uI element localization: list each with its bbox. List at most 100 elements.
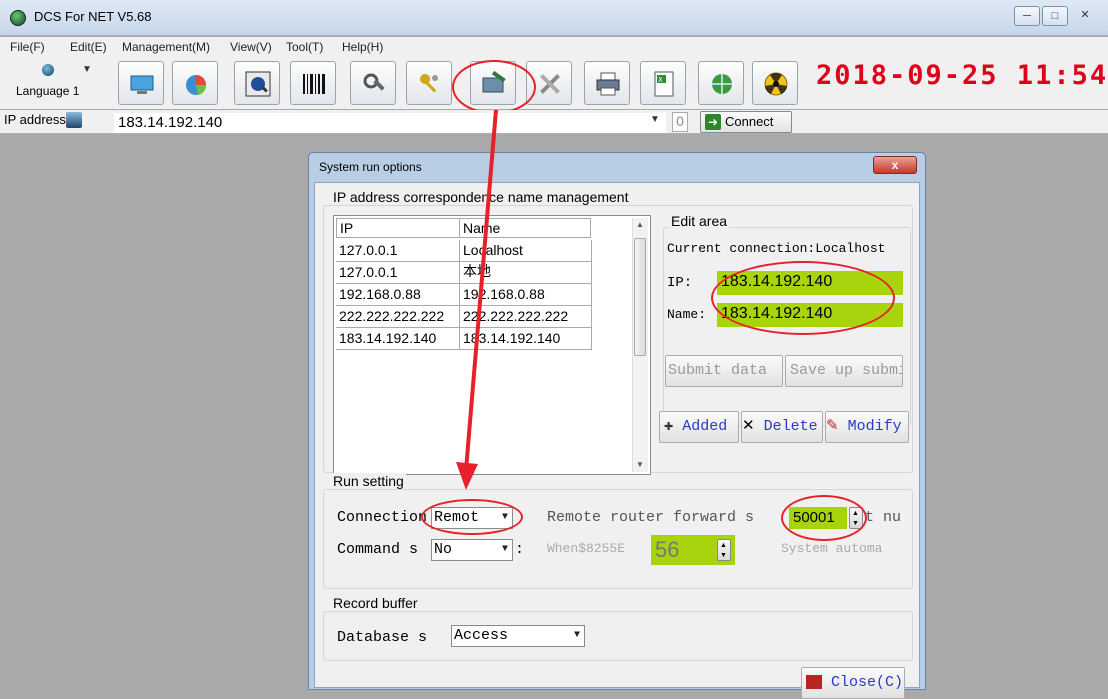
submit-data-button[interactable]: Submit data (665, 355, 783, 387)
radiation-button[interactable] (752, 61, 798, 105)
globe-icon (42, 64, 54, 76)
column-header-ip[interactable]: IP (336, 218, 460, 238)
dialog-close-button[interactable]: x (873, 156, 917, 174)
annotation-ellipse (711, 261, 895, 335)
address-book-icon[interactable] (66, 112, 82, 128)
ip-field-label: IP: (667, 275, 693, 291)
added-button-label: Added (682, 418, 728, 435)
address-bar: IP address 183.14.192.140 ▼ 0 ➜ Connect (0, 110, 1108, 134)
dialog-body: IP address correspondence name managemen… (314, 182, 920, 699)
chart-icon (186, 75, 207, 95)
arrow-right-icon: ➜ (705, 114, 721, 130)
record-buffer-title: Record buffer (331, 595, 420, 611)
excel-button[interactable]: X (640, 61, 686, 105)
app-logo-icon (10, 10, 26, 26)
dialog-title: System run options (319, 160, 422, 174)
menu-help[interactable]: Help(H) (342, 40, 383, 54)
column-header-name[interactable]: Name (459, 218, 591, 238)
printer-icon (596, 72, 620, 96)
tools-button[interactable] (350, 61, 396, 105)
toolbar: ▼ Language 1 X 2018-09-25 11:54:35 (0, 57, 1108, 109)
maximize-button[interactable]: □ (1042, 6, 1068, 26)
system-auto-label: System automa (781, 541, 883, 556)
close-button[interactable]: Close(C) (801, 667, 905, 699)
clock-display: 2018-09-25 11:54:35 (816, 60, 1108, 91)
wrench-icon (540, 74, 560, 94)
command-suffix: : (515, 541, 525, 558)
menu-management[interactable]: Management(M) (122, 40, 210, 54)
display-button[interactable] (118, 61, 164, 105)
ip-management-title: IP address correspondence name managemen… (331, 189, 631, 205)
svg-text:X: X (658, 76, 663, 84)
port-label-suffix: t nu (865, 509, 902, 526)
table-cell-name[interactable]: 本地 (460, 262, 592, 284)
command-select[interactable]: No ▼ (431, 539, 513, 561)
cross-icon: ✕ (742, 418, 755, 435)
ip-address-label: IP address (4, 112, 66, 127)
scroll-down-icon[interactable]: ▼ (636, 460, 644, 469)
command-label: Command s (337, 541, 419, 558)
ip-address-input[interactable]: 183.14.192.140 (114, 113, 666, 133)
radiation-icon (764, 72, 788, 96)
table-cell-name[interactable]: 192.168.0.88 (460, 284, 592, 306)
connection-label: Connection (337, 509, 428, 526)
chart-button[interactable] (172, 61, 218, 105)
table-cell-ip[interactable]: 127.0.0.1 (336, 262, 460, 284)
display-icon (130, 75, 154, 94)
router-forward-label: Remote router forward s (547, 509, 755, 526)
added-button[interactable]: ✚ Added (659, 411, 739, 443)
keys-button[interactable] (406, 61, 452, 105)
tools-icon (363, 73, 385, 91)
backup-submit-button[interactable]: Save up submis (785, 355, 903, 387)
network-button[interactable] (698, 61, 744, 105)
keys-icon (420, 74, 438, 93)
menu-edit[interactable]: Edit(E) (70, 40, 107, 54)
table-cell-name[interactable]: 183.14.192.140 (460, 328, 592, 350)
plus-icon: ✚ (664, 422, 674, 434)
current-connection-text: Current connection:Localhost (667, 241, 886, 256)
caret-down-icon: ▼ (573, 630, 580, 641)
database-label: Database s (337, 629, 428, 646)
close-button-label: Close(C) (831, 674, 904, 691)
annotation-ellipse (781, 495, 867, 541)
system-run-options-dialog: System run options x IP address correspo… (308, 152, 926, 699)
window-title: DCS For NET V5.68 (34, 9, 152, 24)
table-cell-ip[interactable]: 127.0.0.1 (336, 240, 460, 262)
modify-button[interactable]: ✎ Modify (825, 411, 909, 443)
sql-icon (245, 71, 271, 97)
menu-file[interactable]: File(F) (10, 40, 45, 54)
language-label: Language 1 (16, 84, 80, 98)
scrollbar-thumb[interactable] (634, 238, 646, 356)
table-cell-ip[interactable]: 183.14.192.140 (336, 328, 460, 350)
table-cell-name[interactable]: 222.222.222.222 (460, 306, 592, 328)
caret-down-icon: ▼ (501, 544, 508, 555)
menu-view[interactable]: View(V) (230, 40, 272, 54)
barcode-icon (303, 74, 325, 94)
menu-bar: File(F) Edit(E) Management(M) View(V) To… (0, 37, 1108, 57)
connect-button[interactable]: ➜ Connect (700, 111, 792, 133)
table-cell-name[interactable]: Localhost (460, 240, 592, 262)
printer-button[interactable] (584, 61, 630, 105)
menu-tool[interactable]: Tool(T) (286, 40, 323, 54)
close-window-button[interactable]: ✕ (1072, 6, 1098, 26)
run-setting-title: Run setting (331, 473, 406, 489)
when-spinner[interactable]: ▲ ▼ (717, 539, 731, 561)
sql-button[interactable] (234, 61, 280, 105)
name-field-label: Name: (667, 307, 707, 322)
annotation-ellipse (421, 499, 523, 535)
modify-button-label: Modify (847, 418, 902, 435)
ip-dropdown-caret-icon[interactable]: ▼ (650, 114, 660, 125)
scroll-up-icon[interactable]: ▲ (636, 220, 644, 229)
table-cell-ip[interactable]: 222.222.222.222 (336, 306, 460, 328)
port-input[interactable]: 0 (672, 112, 688, 132)
table-cell-ip[interactable]: 192.168.0.88 (336, 284, 460, 306)
ip-name-table: IP Name 127.0.0.1 Localhost 127.0.0.1 本地… (333, 215, 651, 475)
close-door-icon (806, 675, 822, 690)
edit-area-title: Edit area (669, 213, 730, 229)
minimize-button[interactable]: ─ (1014, 6, 1040, 26)
language-selector[interactable]: ▼ Language 1 (12, 62, 98, 106)
database-select[interactable]: Access ▼ (451, 625, 585, 647)
connect-button-label: Connect (725, 114, 774, 129)
barcode-button[interactable] (290, 61, 336, 105)
delete-button[interactable]: ✕ Delete (741, 411, 823, 443)
